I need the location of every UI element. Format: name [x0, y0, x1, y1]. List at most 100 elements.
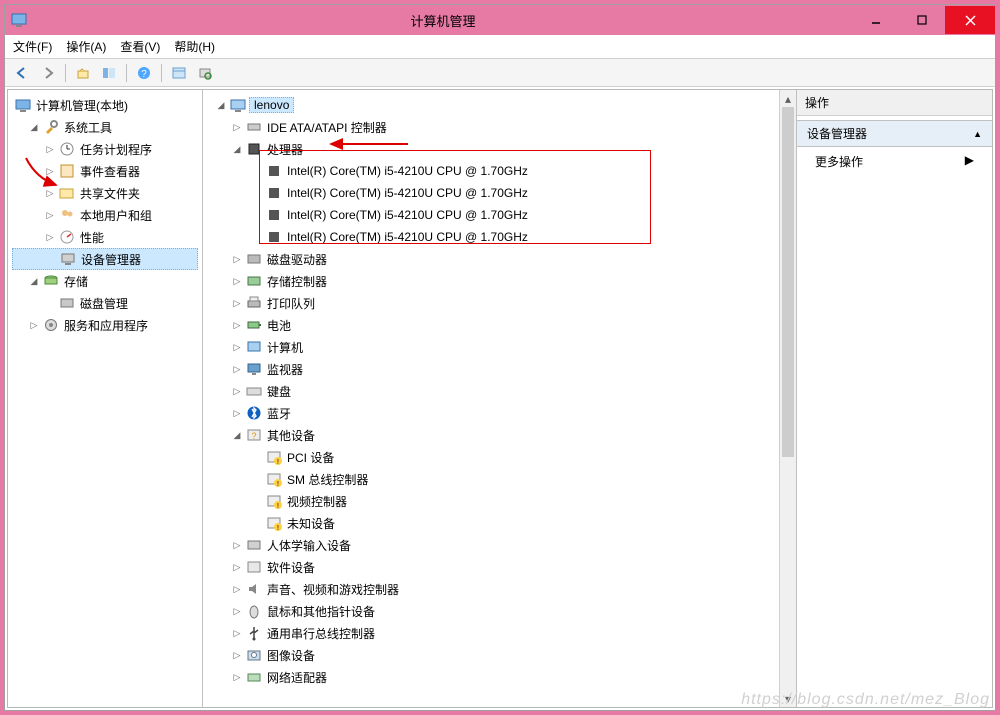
device-computer[interactable]: ▷计算机: [215, 336, 776, 358]
expand-icon[interactable]: ▷: [231, 363, 243, 375]
expand-icon[interactable]: ▷: [231, 253, 243, 265]
view-list-button[interactable]: [168, 62, 190, 84]
vertical-scrollbar[interactable]: ▴ ▾: [779, 90, 796, 707]
expand-icon[interactable]: ▷: [44, 165, 56, 177]
tree-local-users[interactable]: ▷ 本地用户和组: [12, 204, 198, 226]
menu-help[interactable]: 帮助(H): [174, 38, 215, 55]
expand-icon[interactable]: ▷: [231, 627, 243, 639]
help-button[interactable]: ?: [133, 62, 155, 84]
tree-system-tools[interactable]: ◢ 系统工具: [12, 116, 198, 138]
expand-icon[interactable]: ▷: [231, 341, 243, 353]
tree-device-manager[interactable]: 设备管理器: [12, 248, 198, 270]
expand-icon[interactable]: ▷: [231, 605, 243, 617]
minimize-button[interactable]: [853, 6, 899, 34]
expand-icon[interactable]: ▷: [231, 319, 243, 331]
tree-storage[interactable]: ◢ 存储: [12, 270, 198, 292]
device-bluetooth[interactable]: ▷蓝牙: [215, 402, 776, 424]
tree-services-apps[interactable]: ▷ 服务和应用程序: [12, 314, 198, 336]
device-cpu-item[interactable]: Intel(R) Core(TM) i5-4210U CPU @ 1.70GHz: [215, 160, 776, 182]
device-cpu-item[interactable]: Intel(R) Core(TM) i5-4210U CPU @ 1.70GHz: [215, 204, 776, 226]
device-other-item[interactable]: !视频控制器: [215, 490, 776, 512]
expand-icon[interactable]: ▷: [231, 121, 243, 133]
expand-icon[interactable]: ▷: [231, 539, 243, 551]
device-mouse[interactable]: ▷鼠标和其他指针设备: [215, 600, 776, 622]
expand-icon[interactable]: ▷: [231, 407, 243, 419]
device-hid[interactable]: ▷人体学输入设备: [215, 534, 776, 556]
unknown-device-icon: !: [266, 493, 282, 509]
device-software[interactable]: ▷软件设备: [215, 556, 776, 578]
device-usb[interactable]: ▷通用串行总线控制器: [215, 622, 776, 644]
expand-icon[interactable]: ▷: [44, 143, 56, 155]
actions-more[interactable]: 更多操作 ▶: [797, 147, 992, 176]
device-keyboard[interactable]: ▷键盘: [215, 380, 776, 402]
scroll-track[interactable]: [780, 107, 796, 690]
expand-icon[interactable]: ▷: [44, 231, 56, 243]
back-button[interactable]: [11, 62, 33, 84]
close-button[interactable]: [945, 6, 995, 34]
device-monitor[interactable]: ▷监视器: [215, 358, 776, 380]
device-ide[interactable]: ▷IDE ATA/ATAPI 控制器: [215, 116, 776, 138]
expand-icon[interactable]: ▷: [231, 385, 243, 397]
expand-icon[interactable]: ▷: [44, 209, 56, 221]
users-icon: [59, 207, 75, 223]
device-storage-ctrl[interactable]: ▷存储控制器: [215, 270, 776, 292]
menu-file[interactable]: 文件(F): [13, 38, 52, 55]
device-sound[interactable]: ▷声音、视频和游戏控制器: [215, 578, 776, 600]
network-icon: [246, 669, 262, 685]
forward-button[interactable]: [37, 62, 59, 84]
collapse-icon[interactable]: ◢: [28, 121, 40, 133]
tree-task-scheduler[interactable]: ▷ 任务计划程序: [12, 138, 198, 160]
services-icon: [43, 317, 59, 333]
device-tree[interactable]: ◢ lenovo ▷IDE ATA/ATAPI 控制器 ◢处理器 Intel(R…: [203, 90, 796, 692]
tree-shared-folders[interactable]: ▷ 共享文件夹: [12, 182, 198, 204]
folder-share-icon: [59, 185, 75, 201]
hid-icon: [246, 537, 262, 553]
expand-icon[interactable]: ▷: [28, 319, 40, 331]
device-disk-drives[interactable]: ▷磁盘驱动器: [215, 248, 776, 270]
device-cpu-category[interactable]: ◢处理器: [215, 138, 776, 160]
console-tree[interactable]: 计算机管理(本地) ◢ 系统工具 ▷ 任务计划程序 ▷ 事件查看器: [8, 92, 202, 338]
collapse-icon[interactable]: ◢: [215, 99, 227, 111]
up-button[interactable]: [72, 62, 94, 84]
tree-label: 任务计划程序: [78, 141, 154, 158]
device-other-item[interactable]: !SM 总线控制器: [215, 468, 776, 490]
scroll-up-button[interactable]: ▴: [780, 90, 796, 107]
scroll-thumb[interactable]: [782, 107, 794, 457]
expand-icon[interactable]: ▷: [231, 297, 243, 309]
maximize-button[interactable]: [899, 6, 945, 34]
collapse-icon[interactable]: ◢: [231, 429, 243, 441]
expand-icon[interactable]: ▷: [231, 561, 243, 573]
expand-icon[interactable]: ▷: [231, 275, 243, 287]
device-battery[interactable]: ▷电池: [215, 314, 776, 336]
main-window: 计算机管理 文件(F) 操作(A) 查看(V) 帮助(H) ? 计算机管: [4, 4, 996, 711]
expand-icon[interactable]: ▷: [231, 671, 243, 683]
unknown-device-icon: !: [266, 515, 282, 531]
device-cpu-item[interactable]: Intel(R) Core(TM) i5-4210U CPU @ 1.70GHz: [215, 182, 776, 204]
device-cpu-item[interactable]: Intel(R) Core(TM) i5-4210U CPU @ 1.70GHz: [215, 226, 776, 248]
menu-view[interactable]: 查看(V): [120, 38, 160, 55]
menu-action[interactable]: 操作(A): [66, 38, 106, 55]
collapse-triangle-icon: ▲: [973, 129, 982, 139]
tree-root[interactable]: 计算机管理(本地): [12, 94, 198, 116]
scan-button[interactable]: [194, 62, 216, 84]
expand-icon[interactable]: ▷: [231, 583, 243, 595]
collapse-icon[interactable]: ◢: [28, 275, 40, 287]
tree-performance[interactable]: ▷ 性能: [12, 226, 198, 248]
device-other[interactable]: ◢?其他设备: [215, 424, 776, 446]
actions-section[interactable]: 设备管理器 ▲: [797, 120, 992, 147]
scroll-down-button[interactable]: ▾: [780, 690, 796, 707]
device-other-item[interactable]: !未知设备: [215, 512, 776, 534]
show-hide-tree-button[interactable]: [98, 62, 120, 84]
tree-label: lenovo: [249, 97, 294, 113]
collapse-icon[interactable]: ◢: [231, 143, 243, 155]
device-root[interactable]: ◢ lenovo: [215, 94, 776, 116]
tools-icon: [43, 119, 59, 135]
device-print-queue[interactable]: ▷打印队列: [215, 292, 776, 314]
expand-icon[interactable]: ▷: [44, 187, 56, 199]
device-network[interactable]: ▷网络适配器: [215, 666, 776, 688]
expand-icon[interactable]: ▷: [231, 649, 243, 661]
device-other-item[interactable]: !PCI 设备: [215, 446, 776, 468]
device-imaging[interactable]: ▷图像设备: [215, 644, 776, 666]
tree-disk-mgmt[interactable]: 磁盘管理: [12, 292, 198, 314]
tree-event-viewer[interactable]: ▷ 事件查看器: [12, 160, 198, 182]
